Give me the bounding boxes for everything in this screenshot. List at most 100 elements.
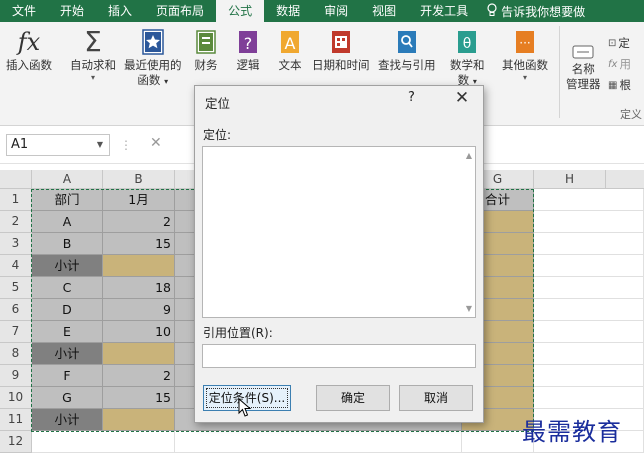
cell-h[interactable] xyxy=(534,233,644,255)
cell-b[interactable] xyxy=(103,409,175,431)
column-header-b[interactable]: B xyxy=(103,170,175,189)
row-header[interactable]: 10 xyxy=(0,387,32,409)
ok-button[interactable]: 确定 xyxy=(316,385,390,411)
cell-a[interactable]: 小计 xyxy=(32,409,103,431)
cell-h[interactable] xyxy=(534,387,644,409)
group-defined-names-label: 定义 xyxy=(620,108,642,121)
cell-b[interactable]: 1月 xyxy=(103,189,175,211)
reference-label: 引用位置(R): xyxy=(203,326,273,340)
cell-h[interactable] xyxy=(534,321,644,343)
cell-a[interactable]: B xyxy=(32,233,103,255)
tell-me-box[interactable]: 告诉我你想要做 xyxy=(486,2,585,20)
goto-dialog: 定位 ? ✕ 定位: ▲ ▼ 引用位置(R): 定位条件(S)... 确定 取消 xyxy=(194,85,484,423)
text-button[interactable]: A 文本 xyxy=(276,28,304,73)
tab-formulas[interactable]: 公式 xyxy=(216,0,265,22)
help-icon[interactable]: ? xyxy=(408,90,415,105)
sigma-icon: Σ xyxy=(84,25,102,58)
magnifier-book-icon xyxy=(393,28,421,56)
insert-function-button[interactable]: fx 插入函数 xyxy=(6,28,52,73)
cell-a[interactable]: F xyxy=(32,365,103,387)
more-functions-button[interactable]: ··· 其他函数 ▾ xyxy=(502,28,548,83)
autosum-button[interactable]: Σ 自动求和 ▾ xyxy=(70,28,116,83)
row-header[interactable]: 11 xyxy=(0,409,32,431)
row-header[interactable]: 9 xyxy=(0,365,32,387)
fx-icon: fx xyxy=(17,28,41,56)
row-header[interactable]: 6 xyxy=(0,299,32,321)
cell-empty[interactable] xyxy=(32,431,175,453)
row-header[interactable]: 8 xyxy=(0,343,32,365)
cell-a[interactable]: E xyxy=(32,321,103,343)
cell-h[interactable] xyxy=(534,255,644,277)
datetime-button[interactable]: 日期和时间 xyxy=(312,28,370,73)
reference-input[interactable] xyxy=(202,344,476,368)
cell-h[interactable] xyxy=(534,211,644,233)
cell-b[interactable]: 15 xyxy=(103,233,175,255)
cell-h[interactable] xyxy=(534,277,644,299)
row-header[interactable]: 12 xyxy=(0,431,32,453)
cell-b[interactable] xyxy=(103,255,175,277)
name-manager-button[interactable]: 名称 管理器 xyxy=(566,44,601,92)
row-header[interactable]: 2 xyxy=(0,211,32,233)
math-button[interactable]: θ 数学和 数 ▾ xyxy=(450,28,485,89)
watermark: 最需教育 xyxy=(522,418,622,446)
cancel-icon[interactable]: ✕ xyxy=(150,135,162,151)
tab-home[interactable]: 开始 xyxy=(48,0,96,22)
cell-h[interactable] xyxy=(534,343,644,365)
create-from-selection-button[interactable]: ▦ 根 xyxy=(608,77,631,93)
cell-a[interactable]: 小计 xyxy=(32,343,103,365)
cell-b[interactable]: 2 xyxy=(103,211,175,233)
cell-a[interactable]: 部门 xyxy=(32,189,103,211)
calendar-icon xyxy=(327,28,355,56)
use-in-formula-button[interactable]: fx 用 xyxy=(608,56,631,72)
cell-b[interactable]: 9 xyxy=(103,299,175,321)
select-all-corner[interactable] xyxy=(0,170,32,189)
cell-b[interactable]: 18 xyxy=(103,277,175,299)
column-header-a[interactable]: A xyxy=(32,170,103,189)
theta-book-icon: θ xyxy=(453,28,481,56)
cell-a[interactable]: G xyxy=(32,387,103,409)
cell-a[interactable]: 小计 xyxy=(32,255,103,277)
listbox-scrollbar[interactable]: ▲ ▼ xyxy=(461,147,475,317)
recent-functions-button[interactable]: 最近使用的 函数 ▾ xyxy=(124,28,182,89)
tab-file[interactable]: 文件 xyxy=(0,0,48,22)
row-header[interactable]: 1 xyxy=(0,189,32,211)
cell-a[interactable]: D xyxy=(32,299,103,321)
tab-data[interactable]: 数据 xyxy=(264,0,312,22)
cell-b[interactable]: 15 xyxy=(103,387,175,409)
row-header[interactable]: 4 xyxy=(0,255,32,277)
tab-insert[interactable]: 插入 xyxy=(96,0,144,22)
cell-empty[interactable] xyxy=(175,431,462,453)
scroll-up-icon[interactable]: ▲ xyxy=(466,151,472,160)
cell-a[interactable]: A xyxy=(32,211,103,233)
row-header[interactable]: 7 xyxy=(0,321,32,343)
cell-a[interactable]: C xyxy=(32,277,103,299)
fx-small-icon: fx xyxy=(608,58,618,70)
excel-window: 文件 开始 插入 页面布局 公式 数据 审阅 视图 开发工具 告诉我你想要做 f… xyxy=(0,0,644,459)
lookup-button[interactable]: 查找与引用 xyxy=(378,28,436,73)
tab-review[interactable]: 审阅 xyxy=(312,0,360,22)
column-header-next[interactable] xyxy=(606,170,644,189)
cell-h[interactable] xyxy=(534,189,644,211)
close-icon[interactable]: ✕ xyxy=(451,87,473,109)
tab-developer[interactable]: 开发工具 xyxy=(408,0,480,22)
cell-b[interactable] xyxy=(103,343,175,365)
row-header[interactable]: 5 xyxy=(0,277,32,299)
row-header[interactable]: 3 xyxy=(0,233,32,255)
cell-h[interactable] xyxy=(534,299,644,321)
cell-b[interactable]: 2 xyxy=(103,365,175,387)
goto-listbox[interactable]: ▲ ▼ xyxy=(202,146,476,318)
column-header-h[interactable]: H xyxy=(534,170,606,189)
tab-page-layout[interactable]: 页面布局 xyxy=(144,0,216,22)
cancel-button[interactable]: 取消 xyxy=(399,385,473,411)
cell-b[interactable]: 10 xyxy=(103,321,175,343)
cell-h[interactable] xyxy=(534,365,644,387)
ribbon-divider xyxy=(559,26,560,118)
tab-view[interactable]: 视图 xyxy=(360,0,408,22)
tag-icon: ⊡ xyxy=(608,37,617,49)
dialog-title: 定位 xyxy=(205,96,231,111)
define-name-button[interactable]: ⊡ 定 xyxy=(608,35,630,51)
logical-button[interactable]: ? 逻辑 xyxy=(234,28,262,73)
scroll-down-icon[interactable]: ▼ xyxy=(466,304,472,313)
financial-button[interactable]: 财务 xyxy=(192,28,220,73)
name-box[interactable]: A1 ▼ xyxy=(6,134,110,156)
